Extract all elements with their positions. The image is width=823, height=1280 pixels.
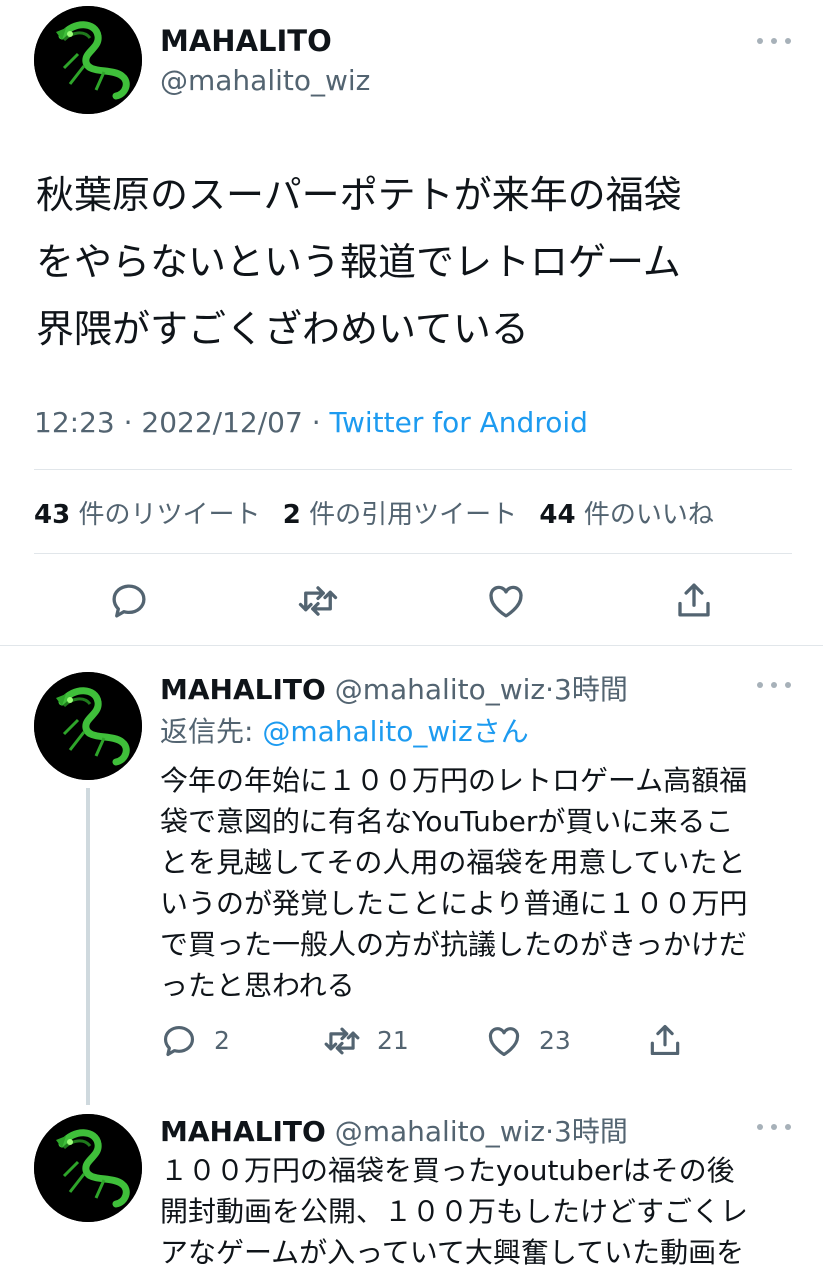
retweets-count: 43 [34,500,71,530]
like-button[interactable] [484,580,528,622]
time-separator: · [545,673,555,706]
divider [34,469,792,470]
tweet-date[interactable]: 2022/12/07 [141,406,302,439]
more-icon[interactable] [757,36,791,46]
handle[interactable]: @mahalito_wiz [160,64,370,97]
replying-to: 返信先: @mahalito_wizさん [160,710,529,750]
share-button[interactable] [646,1020,684,1060]
like-count: 23 [539,1026,571,1055]
like-icon [488,1027,520,1057]
reply-header: MAHALITO @mahalito_wiz·3時間 [160,668,628,708]
retweets-stat[interactable]: 43 件のリツイート [34,500,260,530]
dragon-avatar [34,1114,142,1222]
retweet-icon [298,586,338,616]
quotes-stat[interactable]: 2 件の引用ツイート [283,500,517,530]
display-name[interactable]: MAHALITO [160,1115,326,1148]
retweet-icon [324,1027,360,1055]
tweet-stats: 43 件のリツイート 2 件の引用ツイート 44 件のいいね [34,494,714,531]
share-button[interactable] [673,578,715,622]
replying-label: 返信先: [160,715,254,748]
tweet-text: 秋葉原のスーパーポテトが来年の福袋 をやらないという報道でレトロゲーム 界隈がす… [36,162,682,363]
like-icon [489,585,523,618]
more-icon[interactable] [757,680,791,690]
reply-text-line: で買った一般人の方が抗議したのがきっかけだ [160,928,747,961]
meta-separator: · [302,406,330,439]
reply-header: MAHALITO @mahalito_wiz·3時間 [160,1110,628,1150]
tweet-text-line: 界隈がすごくざわめいている [36,307,529,351]
tweet-client-link[interactable]: Twitter for Android [330,406,588,439]
tweet-text-line: をやらないという報道でレトロゲーム [36,240,681,284]
handle[interactable]: @mahalito_wiz [335,673,545,706]
reply-text-line: 袋で意図的に有名なYouTuberが買いに来るこ [160,805,734,838]
more-icon[interactable] [757,1122,791,1132]
quotes-label: 件の引用ツイート [309,500,518,530]
retweet-button[interactable] [296,580,340,622]
reply-text-line: ったと思われる [160,969,355,1002]
avatar[interactable] [34,672,142,780]
avatar[interactable] [34,1114,142,1222]
reply-text-line: アなゲームが入っていて大興奮していた動画を [160,1236,745,1269]
tweet-time[interactable]: 3時間 [554,1115,628,1148]
share-icon [678,583,710,617]
time-separator: · [545,1115,555,1148]
reply-text-line: １００万円の福袋を買ったyoutuberはその後 [160,1154,735,1187]
display-name[interactable]: MAHALITO [160,24,332,58]
quotes-count: 2 [282,500,301,530]
meta-separator: · [114,406,142,439]
reply-text-line: 今年の年始に１００万円のレトロゲーム高額福 [160,764,748,797]
dragon-avatar [34,672,142,780]
reply-text: 今年の年始に１００万円のレトロゲーム高額福 袋で意図的に有名なYouTuberが… [160,760,747,1006]
dragon-avatar [34,6,142,114]
likes-stat[interactable]: 44 件のいいね [539,500,713,530]
retweet-button[interactable] [322,1022,362,1060]
retweets-label: 件のリツイート [78,500,261,530]
display-name[interactable]: MAHALITO [160,673,326,706]
replying-suffix: さん [472,715,529,748]
reply-text-line: いうのが発覚したことにより普通に１００万円 [160,887,748,920]
reply-button[interactable] [160,1022,198,1060]
reply-text: １００万円の福袋を買ったyoutuberはその後 開封動画を公開、１００万もした… [160,1150,748,1273]
reply-button[interactable] [108,580,150,622]
likes-label: 件のいいね [583,500,714,530]
like-button[interactable] [484,1022,524,1060]
reply-icon [163,1025,195,1057]
handle[interactable]: @mahalito_wiz [335,1115,545,1148]
thread-line [86,788,90,1105]
reply-count: 2 [214,1026,230,1055]
share-icon [650,1024,680,1056]
section-divider [0,645,823,646]
tweet-time[interactable]: 12:23 [34,406,115,439]
divider [34,553,792,554]
avatar[interactable] [34,6,142,114]
replying-handle-link[interactable]: @mahalito_wiz [262,715,472,748]
tweet-time[interactable]: 3時間 [554,673,628,706]
likes-count: 44 [539,500,576,530]
reply-icon [112,584,146,618]
reply-text-line: 開封動画を公開、１００万もしたけどすごくレ [160,1195,749,1228]
retweet-count: 21 [377,1026,409,1055]
tweet-meta: 12:23 · 2022/12/07 · Twitter for Android [34,406,588,439]
reply-text-line: とを見越してその人用の福袋を用意していたと [160,846,746,879]
tweet-text-line: 秋葉原のスーパーポテトが来年の福袋 [36,173,682,217]
